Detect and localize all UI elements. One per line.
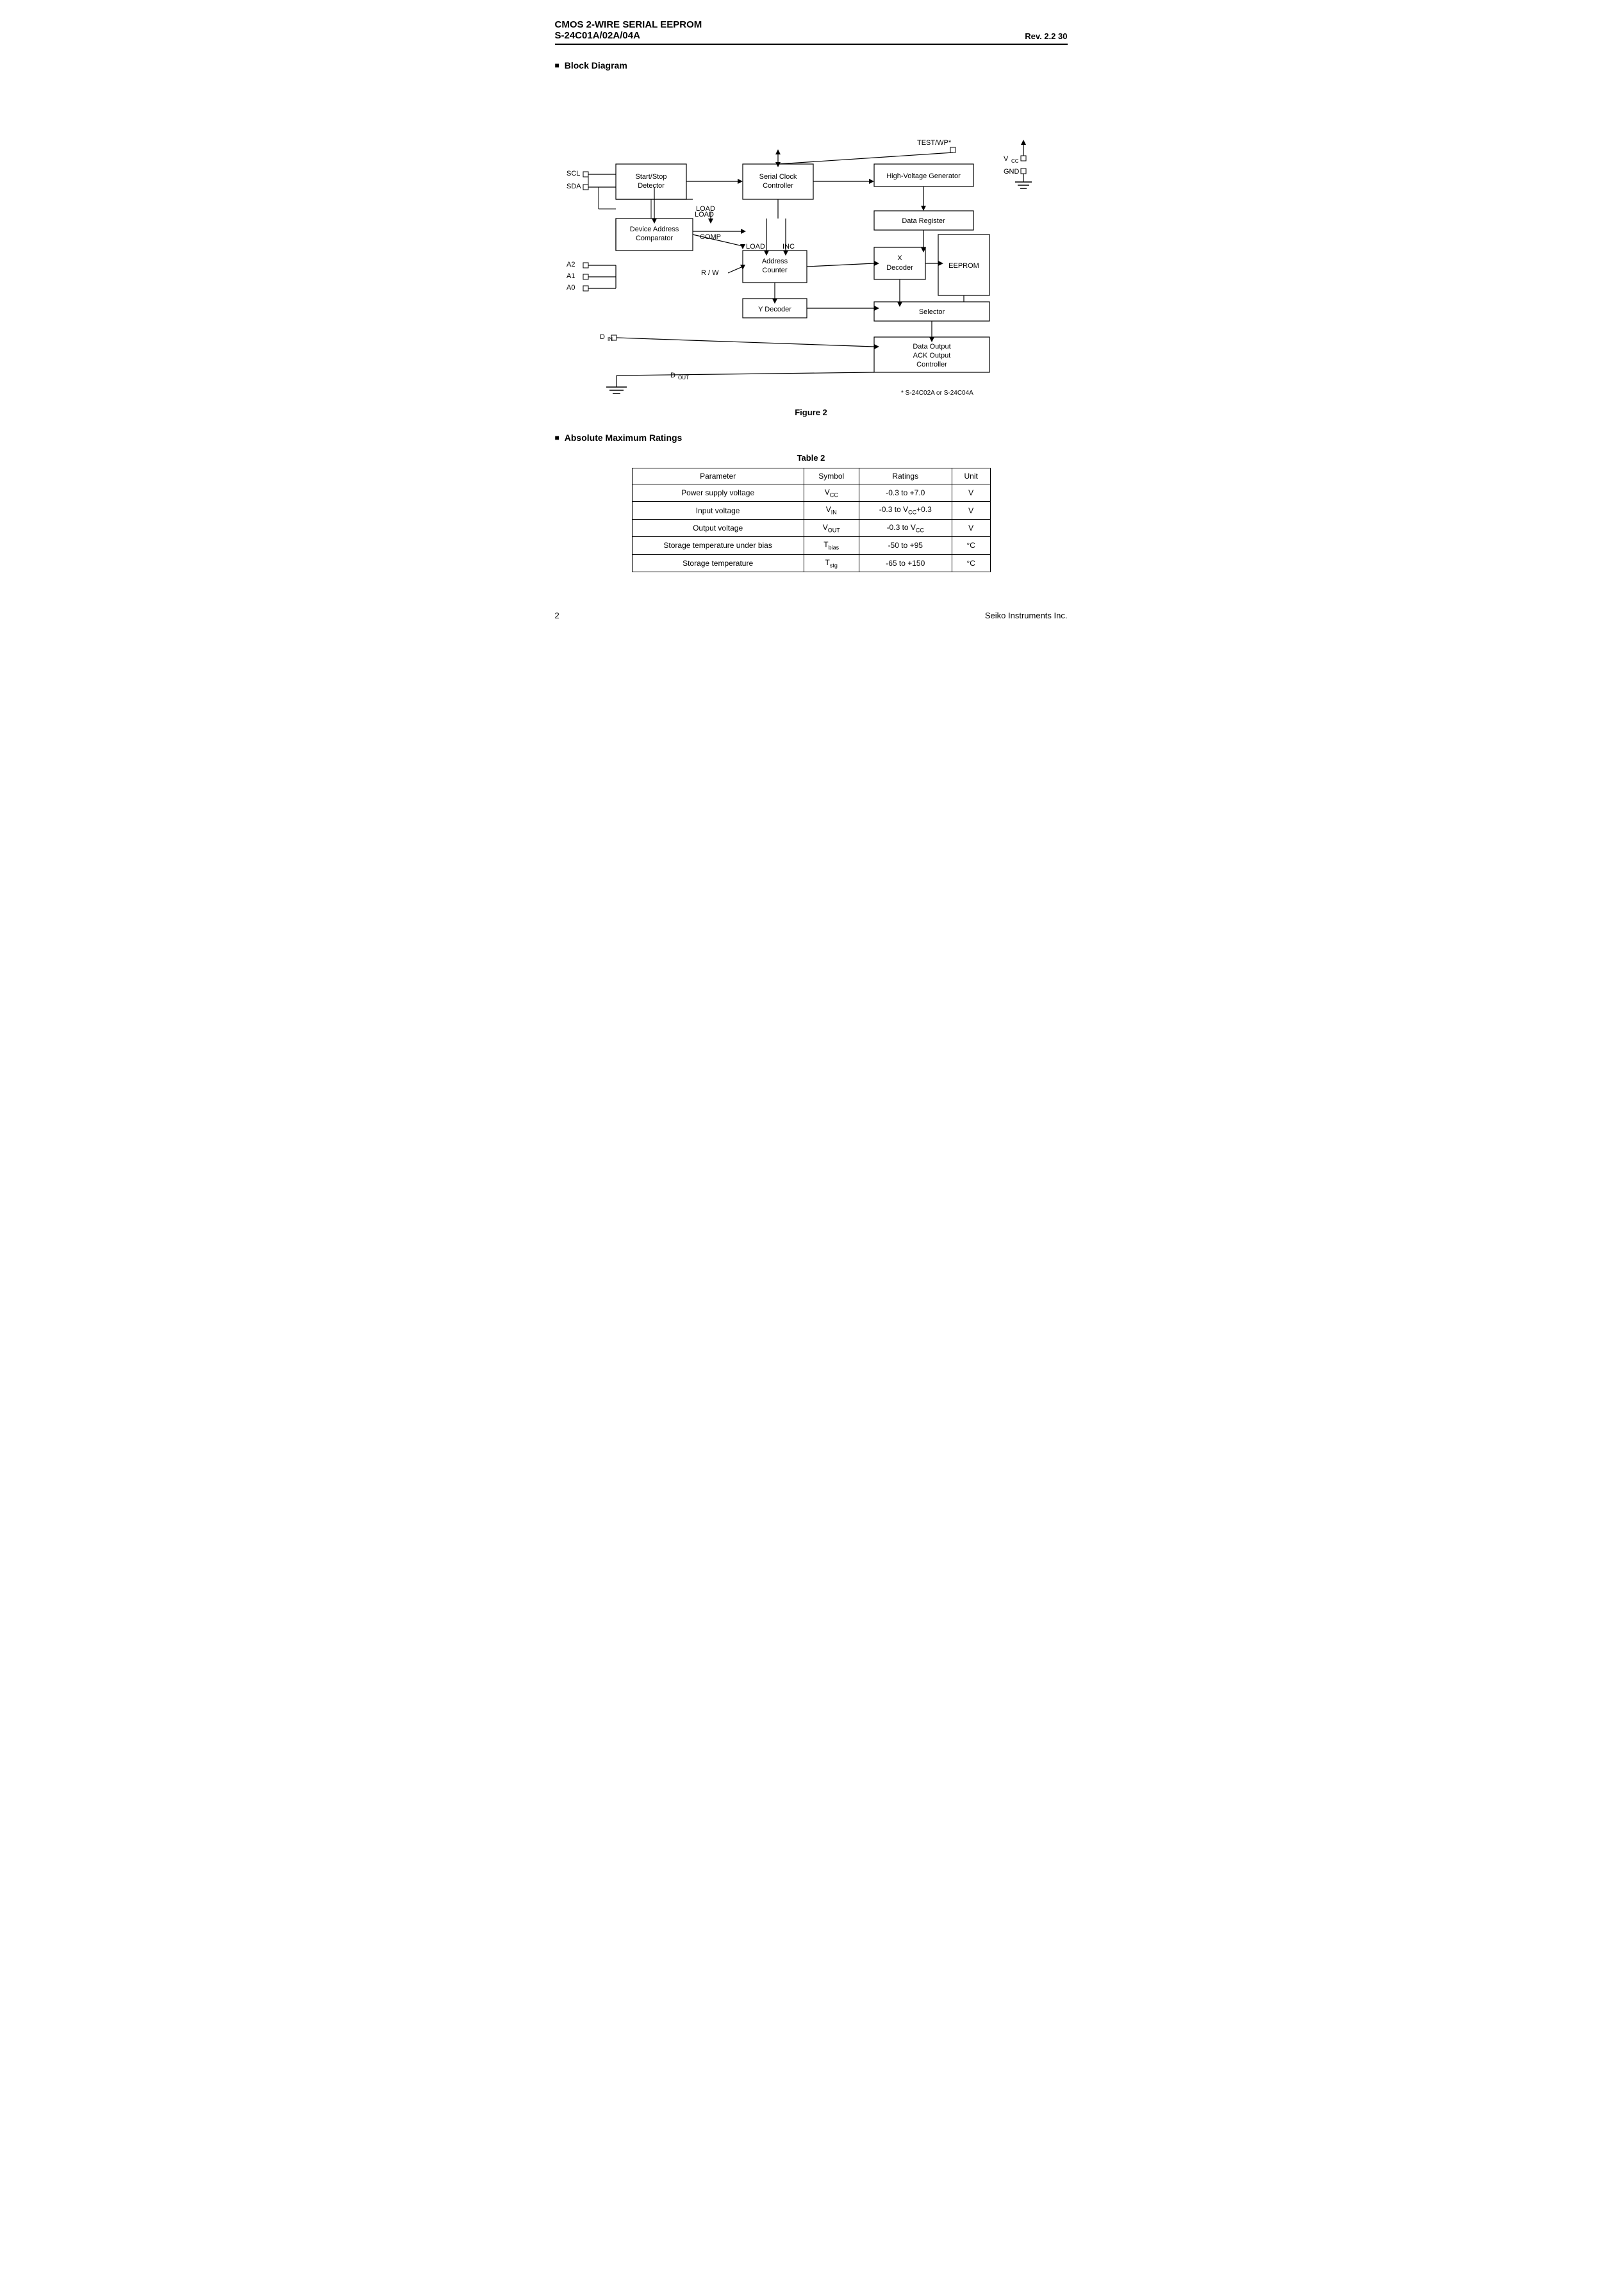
rat-storage-bias: -50 to +95 — [859, 537, 952, 554]
vcc-sub: CC — [1011, 158, 1019, 164]
sym-input: VIN — [804, 502, 859, 519]
block-diagram: SCL SDA Start/Stop Detector Serial Clock… — [555, 81, 1080, 401]
unit-output: V — [952, 519, 990, 536]
load-inc-label: LOAD — [746, 243, 765, 251]
section-title-block-diagram: Block Diagram — [565, 60, 627, 70]
dout-sub-label: OUT — [678, 375, 689, 381]
dout-label: D — [670, 372, 675, 379]
a1-label: A1 — [567, 272, 575, 280]
header-title-block: CMOS 2-WIRE SERIAL EEPROM S-24C01A/02A/0… — [555, 19, 702, 41]
abs-max-section-header: Absolute Maximum Ratings — [555, 433, 1068, 443]
serial-clock-label2: Controller — [763, 182, 793, 190]
a0-label: A0 — [567, 284, 575, 292]
figure-caption: Figure 2 — [555, 408, 1068, 417]
unit-storage-bias: °C — [952, 537, 990, 554]
document-title-main: CMOS 2-WIRE SERIAL EEPROM — [555, 19, 702, 30]
col-unit: Unit — [952, 468, 990, 484]
data-register-label: Data Register — [902, 217, 945, 225]
device-addr-label2: Comparator — [635, 235, 672, 242]
table-row: Storage temperature Tstg -65 to +150 °C — [632, 554, 990, 572]
unit-storage: °C — [952, 554, 990, 572]
load2-label: LOAD — [696, 205, 715, 213]
param-output: Output voltage — [632, 519, 804, 536]
gnd-text: GND — [1004, 168, 1020, 176]
selector-label: Selector — [918, 308, 945, 316]
unit-power: V — [952, 484, 990, 502]
inc-label: INC — [782, 243, 795, 251]
col-symbol: Symbol — [804, 468, 859, 484]
high-voltage-label: High-Voltage Generator — [886, 172, 961, 180]
company-name: Seiko Instruments Inc. — [985, 611, 1068, 620]
rw-label: R / W — [701, 269, 719, 277]
eeprom-label: EEPROM — [948, 262, 979, 270]
page-header: CMOS 2-WIRE SERIAL EEPROM S-24C01A/02A/0… — [555, 19, 1068, 45]
sym-power: VCC — [804, 484, 859, 502]
section-title-abs-max: Absolute Maximum Ratings — [565, 433, 683, 443]
document-rev: Rev. 2.2 30 — [1025, 31, 1067, 41]
page-footer: 2 Seiko Instruments Inc. — [555, 611, 1068, 620]
col-ratings: Ratings — [859, 468, 952, 484]
x-decoder-label2: Decoder — [886, 264, 913, 272]
start-stop-label2: Detector — [638, 182, 665, 190]
param-input: Input voltage — [632, 502, 804, 519]
start-stop-label: Start/Stop — [635, 173, 666, 181]
din-sub-label: IN — [608, 336, 613, 342]
col-parameter: Parameter — [632, 468, 804, 484]
x-decoder-label: X — [897, 254, 902, 262]
table-title: Table 2 — [555, 453, 1068, 463]
serial-clock-label: Serial Clock — [759, 173, 797, 181]
param-power: Power supply voltage — [632, 484, 804, 502]
a2-label: A2 — [567, 261, 575, 268]
table-row: Power supply voltage VCC -0.3 to +7.0 V — [632, 484, 990, 502]
rat-power: -0.3 to +7.0 — [859, 484, 952, 502]
address-counter-label: Address — [761, 258, 788, 265]
rat-input: -0.3 to VCC+0.3 — [859, 502, 952, 519]
scl-label: SCL — [567, 170, 580, 178]
param-storage-bias: Storage temperature under bias — [632, 537, 804, 554]
ack-output-label: ACK Output — [913, 352, 950, 359]
vcc-text: V — [1004, 155, 1009, 163]
din-label: D — [600, 333, 605, 341]
controller-label: Controller — [916, 361, 947, 368]
sym-storage: Tstg — [804, 554, 859, 572]
page-number: 2 — [555, 611, 559, 620]
footnote-text: * S-24C02A or S-24C04A — [901, 390, 973, 397]
rat-output: -0.3 to VCC — [859, 519, 952, 536]
data-output-label: Data Output — [913, 343, 950, 351]
table-row: Input voltage VIN -0.3 to VCC+0.3 V — [632, 502, 990, 519]
unit-input: V — [952, 502, 990, 519]
sda-label: SDA — [567, 183, 581, 190]
ratings-table: Parameter Symbol Ratings Unit Power supp… — [632, 468, 991, 572]
param-storage: Storage temperature — [632, 554, 804, 572]
sym-storage-bias: Tbias — [804, 537, 859, 554]
y-decoder-label: Y Decoder — [758, 306, 791, 313]
test-wp-label: TEST/WP* — [917, 139, 952, 147]
block-diagram-section-header: Block Diagram — [555, 60, 1068, 70]
document-title-sub: S-24C01A/02A/04A — [555, 30, 702, 41]
address-counter-label2: Counter — [762, 267, 787, 274]
table-row: Output voltage VOUT -0.3 to VCC V — [632, 519, 990, 536]
sym-output: VOUT — [804, 519, 859, 536]
rat-storage: -65 to +150 — [859, 554, 952, 572]
table-row: Storage temperature under bias Tbias -50… — [632, 537, 990, 554]
device-addr-label: Device Address — [629, 226, 679, 233]
